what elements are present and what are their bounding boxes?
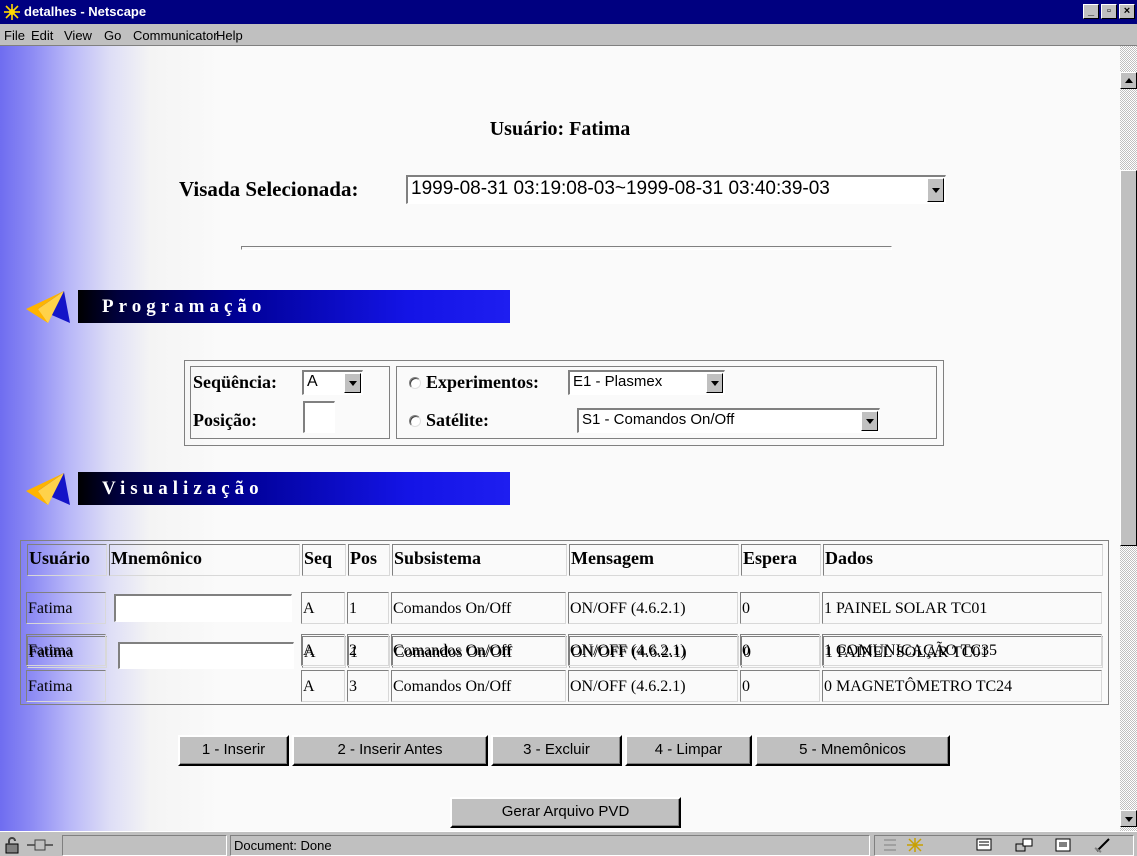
menu-edit[interactable]: Edit [31,28,53,43]
table-row-1-dados-visible: 1 PAINEL SOLAR TC01 [822,592,1102,624]
sequencia-select-value: A [307,373,318,390]
inserir-button[interactable]: 1 - Inserir [178,735,289,766]
vertical-scrollbar[interactable] [1120,46,1137,831]
experimentos-select[interactable]: E1 - Plasmex [568,370,725,395]
posicao-label: Posição: [193,410,257,430]
navigator-icon[interactable] [905,836,925,854]
table-row-2-dados: 1 COMUNICAÇÃO TC35 [822,634,1102,666]
sequencia-label: Seqüência: [193,372,278,392]
table-row-1-usuario-visible: Fatima [26,592,106,624]
excluir-button[interactable]: 3 - Excluir [491,735,622,766]
table-row-1-espera-visible: 0 [740,592,820,624]
programacao-banner: Programação [24,289,510,325]
menu-view[interactable]: View [64,28,92,43]
messenger-icon[interactable] [974,836,994,854]
experimentos-select-value: E1 - Plasmex [573,373,663,390]
table-row-3-seq: A [301,670,345,702]
table-row-1-seq-visible: A [301,592,345,624]
satelite-label: Satélite: [426,410,489,430]
experimentos-label: Experimentos: [426,372,539,392]
table-row-3-pos: 3 [347,670,389,702]
grip-icon [884,839,896,851]
chevron-down-icon[interactable] [706,373,723,393]
table-row-1-pos-visible: 1 [347,592,389,624]
address-book-icon[interactable] [1053,836,1073,854]
table-row-2-espera: 0 [740,634,820,666]
mnemonicos-button[interactable]: 5 - Mnemônicos [755,735,950,766]
visada-label: Visada Selecionada: [179,177,359,201]
menu-help[interactable]: Help [216,28,243,43]
table-row-2-mnemonico [108,634,299,666]
visada-select-value: 1999-08-31 03:19:08-03~1999-08-31 03:40:… [411,178,830,199]
table-row-3-espera: 0 [740,670,820,702]
netscape-icon [3,3,21,21]
visualizacao-heading: Visualização [102,478,264,499]
visualizacao-banner: Visualização [24,471,510,507]
scrollbar-thumb[interactable] [1120,170,1137,546]
maximize-button[interactable]: ▫ [1101,4,1117,19]
column-header-mensagem: Mensagem [569,544,739,576]
mnemonico-input-visible[interactable] [114,594,292,622]
window-title: detalhes - Netscape [24,4,147,19]
column-header-seq: Seq [302,544,346,576]
table-row-2-pos: 2 [347,634,389,666]
table-row-3-mensagem: ON/OFF (4.6.2.1) [568,670,738,702]
table-row-2-subsistema: Comandos On/Off [391,634,566,666]
column-header-dados: Dados [823,544,1103,576]
programacao-form [184,360,944,446]
table-row-1-subsistema-visible: Comandos On/Off [391,592,566,624]
limpar-button[interactable]: 4 - Limpar [625,735,752,766]
composer-icon[interactable] [1093,836,1113,854]
table-row-1-mensagem-visible: ON/OFF (4.6.2.1) [568,592,738,624]
title-bar: detalhes - Netscape _ ▫ × [0,0,1137,24]
menu-file[interactable]: File [4,28,25,43]
satelite-select-value: S1 - Comandos On/Off [582,411,735,428]
column-header-mnemonico: Mnemônico [109,544,300,576]
column-header-espera: Espera [741,544,821,576]
groups-icon[interactable] [1014,836,1034,854]
progress-panel [62,835,227,856]
gerar-arquivo-pvd-button[interactable]: Gerar Arquivo PVD [450,797,681,828]
table-row-3-usuario: Fatima [26,670,106,702]
page-content: Usuário: Fatima Visada Selecionada: 1999… [0,46,1120,831]
page-title: Usuário: Fatima [489,118,631,140]
table-row-3-dados: 0 MAGNETÔMETRO TC24 [822,670,1102,702]
satelite-radio[interactable] [409,415,421,427]
paper-plane-icon [26,473,70,505]
chevron-down-icon[interactable] [344,373,361,393]
menu-communicator[interactable]: Communicator [133,28,218,43]
horizontal-divider [241,246,892,250]
security-lock-icon[interactable] [3,836,23,854]
satelite-select[interactable]: S1 - Comandos On/Off [577,408,880,433]
minimize-button[interactable]: _ [1083,4,1099,19]
experimentos-radio[interactable] [409,377,421,389]
arrow-down-icon [1125,817,1133,822]
scroll-up-button[interactable] [1120,72,1137,89]
table-row-2-seq: A [301,634,345,666]
table-row-3-subsistema: Comandos On/Off [391,670,566,702]
menu-go[interactable]: Go [104,28,121,43]
inserir-antes-button[interactable]: 2 - Inserir Antes [292,735,488,766]
column-header-pos: Pos [348,544,390,576]
connection-icon [27,839,53,851]
sequencia-select[interactable]: A [302,370,363,395]
chevron-down-icon[interactable] [927,178,944,202]
scroll-down-button[interactable] [1120,810,1137,827]
table-row-2-usuario: Fatima [26,634,106,666]
status-text: Document: Done [234,838,332,853]
status-bar: Document: Done [0,831,1137,856]
column-header-usuario: Usuário [27,544,107,576]
close-button[interactable]: × [1119,4,1135,19]
menu-bar: File Edit View Go Communicator Help [0,24,1137,46]
arrow-up-icon [1125,78,1133,83]
column-header-subsistema: Subsistema [392,544,567,576]
programacao-heading: Programação [102,296,267,317]
chevron-down-icon[interactable] [861,411,878,431]
paper-plane-icon [26,291,70,323]
posicao-input[interactable] [303,401,335,433]
visada-select[interactable]: 1999-08-31 03:19:08-03~1999-08-31 03:40:… [406,175,946,204]
table-row-2-mensagem: ON/OFF (4.6.2.1) [568,634,738,666]
table-row-3-mnemonico [108,670,299,702]
